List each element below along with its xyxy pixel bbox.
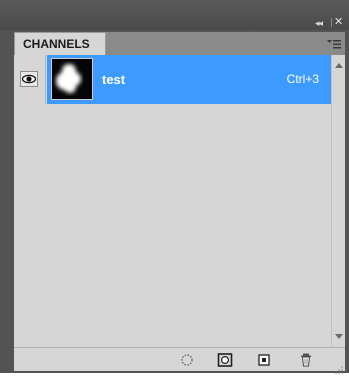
channel-row-selected[interactable]: test Ctrl+3 [47,55,331,104]
tab-channels[interactable]: CHANNELS [14,32,106,55]
trash-icon[interactable] [298,352,314,368]
visibility-cell[interactable] [14,55,46,104]
save-selection-icon[interactable] [217,352,233,368]
load-selection-icon[interactable] [179,352,195,368]
panel-menu-icon[interactable] [327,38,341,50]
channel-shortcut: Ctrl+3 [286,72,319,86]
panel-titlebar: ◂◂ ✕ [0,0,349,30]
resize-grip-icon[interactable] [335,361,343,374]
titlebar-divider [331,18,332,27]
tab-row: CHANNELS [14,32,345,55]
new-channel-icon[interactable] [256,352,272,368]
channel-name: test [102,72,126,87]
channels-panel: ◂◂ ✕ CHANNELS test Ctrl+3 [0,0,349,374]
channel-list: test Ctrl+3 [14,55,331,347]
collapse-icon[interactable]: ◂◂ [315,18,327,28]
channel-thumbnail [51,58,93,100]
eye-icon[interactable] [20,71,38,87]
channel-row[interactable]: test Ctrl+3 [14,55,331,104]
channels-list-area: test Ctrl+3 [14,55,345,347]
channels-toolbar [14,347,345,374]
scroll-down-icon[interactable] [335,334,343,339]
scroll-up-icon[interactable] [335,63,343,68]
close-icon[interactable]: ✕ [334,16,344,28]
vertical-scrollbar[interactable] [331,55,345,347]
